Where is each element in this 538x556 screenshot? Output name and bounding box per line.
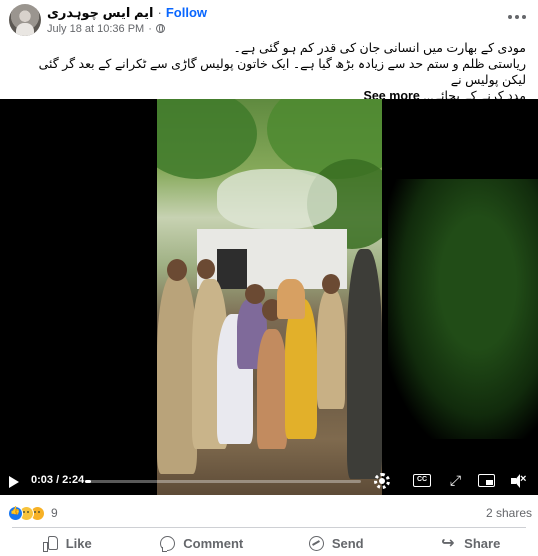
settings-gear-icon[interactable] — [374, 473, 390, 489]
like-button[interactable]: Like — [0, 530, 135, 556]
play-icon[interactable] — [9, 476, 19, 488]
follow-button[interactable]: Follow — [166, 5, 207, 20]
caption-line: ریاستی ظلم و ستم حد سے زیادہ بڑھ گیا ہے۔… — [38, 57, 526, 87]
like-icon — [42, 535, 58, 552]
video-progress-bar[interactable] — [85, 480, 361, 483]
more-options-icon[interactable] — [508, 10, 526, 24]
send-label: Send — [331, 535, 364, 551]
globe-icon — [155, 24, 165, 33]
comment-icon — [160, 535, 176, 552]
comment-label: Comment — [183, 535, 244, 551]
video-background-foliage — [388, 179, 538, 439]
share-label: Share — [464, 535, 501, 551]
header-separator: · — [157, 5, 162, 20]
author-name[interactable]: ایم ایس چوہدری — [47, 5, 154, 21]
fullscreen-icon[interactable]: ⤢ — [448, 473, 463, 488]
caption-line: مودی کے بھارت میں انسانی جان کی قدر کم ہ… — [233, 41, 526, 55]
like-reaction-icon — [8, 505, 23, 521]
post-actions-bar: Like Comment Send Share — [0, 530, 538, 556]
author-avatar[interactable] — [9, 4, 41, 36]
captions-icon[interactable]: CC — [413, 474, 431, 487]
like-label: Like — [65, 535, 92, 551]
post-timestamp[interactable]: July 18 at 10:36 PM — [47, 23, 144, 35]
post-meta: July 18 at 10:36 PM · — [47, 22, 165, 35]
video-time: 0:03 / 2:24 — [31, 474, 85, 486]
video-player[interactable]: 0:03 / 2:24 CC ⤢ × — [0, 99, 538, 495]
video-progress-fill — [85, 480, 91, 483]
actions-divider — [12, 527, 526, 528]
share-icon — [441, 533, 456, 553]
picture-in-picture-icon[interactable] — [478, 474, 495, 487]
video-frame[interactable] — [157, 99, 382, 495]
post-header: ایم ایس چوہدری · Follow — [47, 4, 207, 21]
send-icon — [308, 535, 324, 551]
reaction-count[interactable]: 9 — [51, 506, 58, 520]
shares-count[interactable]: 2 shares — [486, 506, 532, 520]
post-caption: مودی کے بھارت میں انسانی جان کی قدر کم ہ… — [12, 40, 526, 104]
send-button[interactable]: Send — [269, 530, 404, 556]
meta-separator: · — [148, 22, 152, 35]
reactions-summary[interactable]: 9 — [8, 505, 58, 521]
facebook-post: ایم ایس چوہدری · Follow July 18 at 10:36… — [0, 0, 538, 556]
comment-button[interactable]: Comment — [135, 530, 270, 556]
share-button[interactable]: Share — [404, 530, 538, 556]
volume-muted-icon[interactable]: × — [511, 473, 527, 488]
